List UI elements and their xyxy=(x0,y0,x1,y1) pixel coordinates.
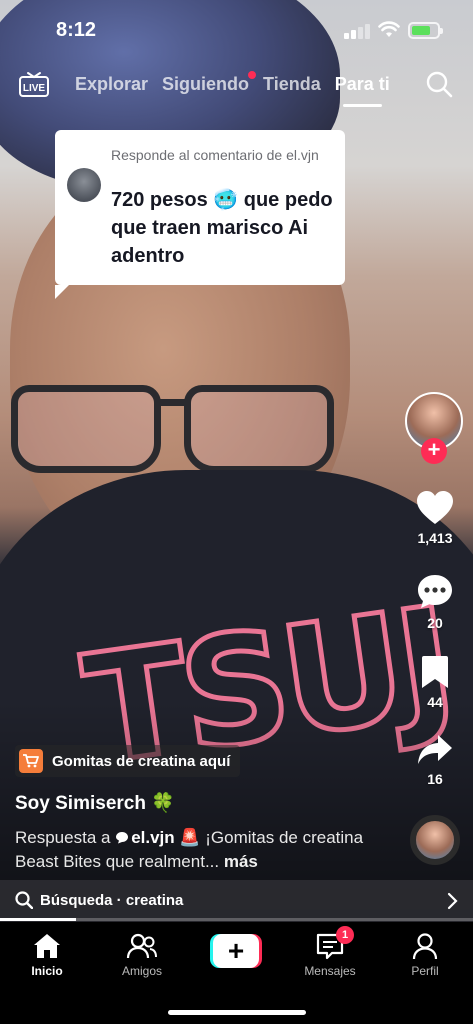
feed-tabs: Explorar Siguiendo Tienda Para ti xyxy=(75,71,390,107)
caption-mention[interactable]: el.vjn xyxy=(131,828,174,847)
tab-siguiendo[interactable]: Siguiendo xyxy=(162,71,257,95)
save-count: 44 xyxy=(427,694,443,710)
search-suggestion-text: Búsqueda · creatina xyxy=(40,892,184,909)
search-small-icon xyxy=(15,891,33,909)
bookmark-icon xyxy=(422,656,448,688)
caption-more-link[interactable]: más xyxy=(219,852,258,871)
share-count: 16 xyxy=(427,771,443,787)
product-anchor[interactable]: Gomitas de creatina aquí xyxy=(15,745,241,777)
video-progress-fill xyxy=(0,918,76,921)
friends-icon xyxy=(126,933,157,959)
reply-header: Responde al comentario de el.vjn xyxy=(111,147,319,163)
status-bar: 8:12 xyxy=(0,0,473,60)
active-tab-underline xyxy=(342,104,382,107)
share-button[interactable]: 16 xyxy=(400,733,470,787)
commenter-avatar xyxy=(67,168,101,202)
comment-reply-sticker[interactable]: Responde al comentario de el.vjn 720 pes… xyxy=(55,130,345,299)
search-icon[interactable] xyxy=(425,70,453,98)
battery-charging-icon xyxy=(408,22,443,39)
video-glasses xyxy=(6,385,346,480)
product-label: Gomitas de creatina aquí xyxy=(52,752,231,770)
heart-icon xyxy=(417,491,453,524)
tab-tienda[interactable]: Tienda xyxy=(263,74,321,95)
live-icon[interactable]: LIVE xyxy=(18,70,50,98)
bottom-nav: Inicio Amigos + 1 Mensajes Perfil xyxy=(0,922,473,1024)
chevron-right-icon xyxy=(447,892,458,910)
nav-mensajes[interactable]: 1 Mensajes xyxy=(290,926,370,978)
home-icon xyxy=(34,934,60,958)
follow-plus-icon[interactable]: + xyxy=(421,438,447,464)
nav-amigos[interactable]: Amigos xyxy=(102,932,182,978)
post-caption[interactable]: Respuesta a el.vjn 🚨 ¡Gomitas de creatin… xyxy=(15,826,385,874)
nav-inicio[interactable]: Inicio xyxy=(7,932,87,978)
create-button[interactable]: + xyxy=(210,934,262,968)
comment-button[interactable]: 20 xyxy=(400,573,470,631)
share-icon xyxy=(418,735,452,764)
top-nav: LIVE Explorar Siguiendo Tienda Para ti xyxy=(0,66,473,107)
profile-icon xyxy=(412,933,438,960)
status-time: 8:12 xyxy=(56,19,97,41)
home-indicator xyxy=(168,1010,306,1015)
search-suggestion-bar[interactable]: Búsqueda · creatina xyxy=(0,880,473,922)
tab-explorar[interactable]: Explorar xyxy=(75,74,148,95)
shopping-cart-icon xyxy=(19,749,43,773)
comment-small-icon xyxy=(116,832,129,844)
video-progress-bar[interactable] xyxy=(0,918,473,921)
comment-icon xyxy=(418,575,452,608)
notification-badge: 1 xyxy=(336,926,354,944)
new-content-dot xyxy=(248,71,257,79)
cellular-signal-icon xyxy=(344,23,370,39)
save-button[interactable]: 44 xyxy=(400,654,470,710)
creator-username[interactable]: Soy Simiserch 🍀 xyxy=(15,791,175,815)
wifi-icon xyxy=(378,21,400,37)
like-count: 1,413 xyxy=(417,530,453,546)
plus-icon: + xyxy=(213,934,259,968)
nav-perfil[interactable]: Perfil xyxy=(385,932,465,978)
svg-text:LIVE: LIVE xyxy=(23,83,46,94)
like-button[interactable]: 1,413 xyxy=(400,490,470,546)
comment-count: 20 xyxy=(427,615,443,631)
reply-text: 720 pesos 🥶 que pedo que traen marisco A… xyxy=(111,189,333,267)
music-disc[interactable] xyxy=(410,815,460,865)
tab-para-ti[interactable]: Para ti xyxy=(335,74,390,107)
